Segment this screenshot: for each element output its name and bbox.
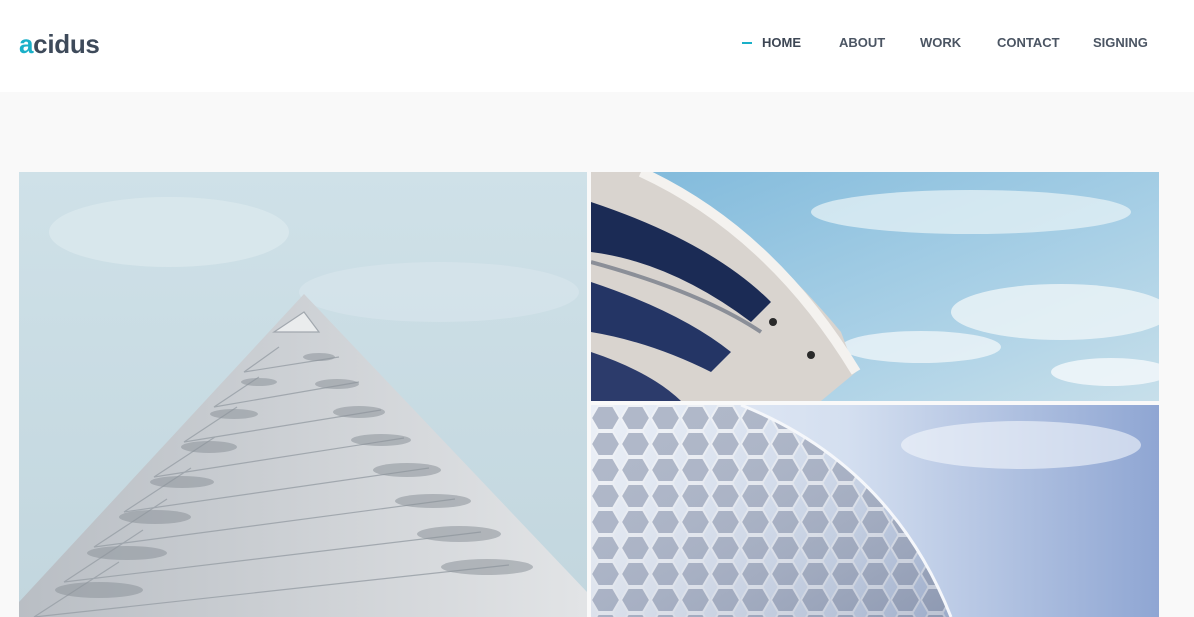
nav-work[interactable]: WORK [920,34,961,52]
site-logo[interactable]: acidus [19,28,100,60]
logo-text: cidus [33,29,100,59]
active-nav-indicator [742,42,752,44]
stepped-tower-image [19,172,587,617]
nav-signing[interactable]: SIGNING [1093,34,1148,52]
nav-about[interactable]: ABOUT [839,34,885,52]
nav-contact[interactable]: CONTACT [997,34,1060,52]
gallery-tile-curved-building[interactable] [591,172,1159,401]
curved-building-image [591,172,1159,401]
nav-home[interactable]: HOME [762,34,801,52]
gallery-tile-stepped-tower[interactable] [19,172,587,617]
logo-accent-letter: a [19,29,34,59]
site-header: acidus HOME ABOUT WORK CONTACT SIGNING [0,0,1194,92]
gallery-tile-hexagon-dome[interactable] [591,405,1159,617]
hexagon-dome-image [591,405,1159,617]
